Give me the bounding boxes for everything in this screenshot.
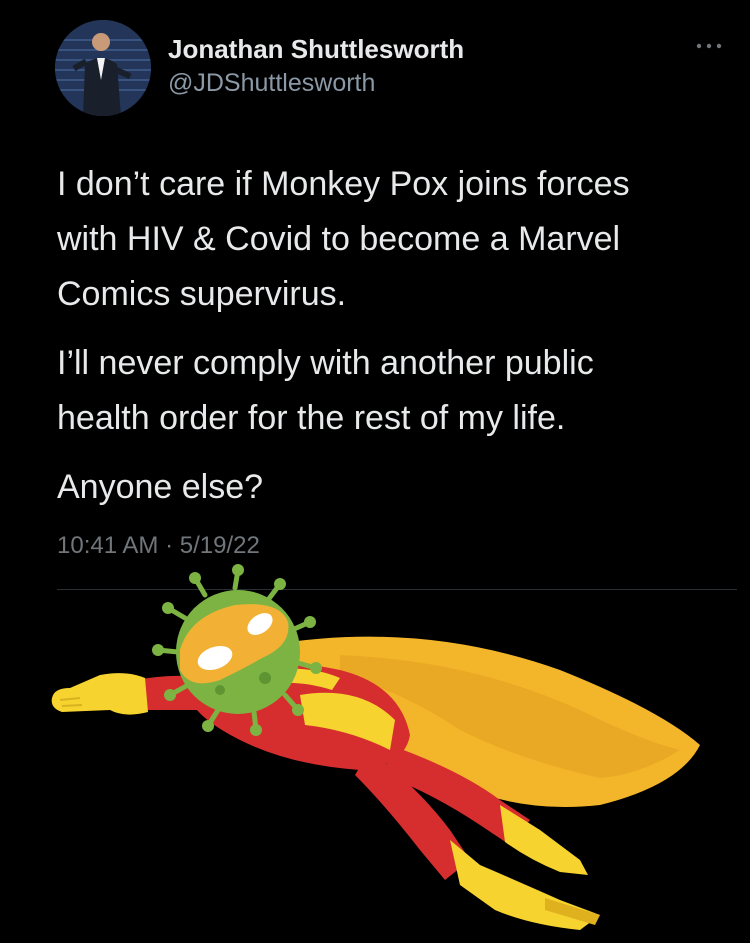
tweet-paragraph: I don’t care if Monkey Pox joins forces … — [57, 165, 630, 313]
author-display-name[interactable]: Jonathan Shuttlesworth — [168, 34, 464, 64]
hero-glove — [51, 673, 148, 715]
profile-photo-icon — [55, 20, 151, 116]
tweet-paragraph: Anyone else? — [57, 468, 264, 506]
more-options-button[interactable] — [693, 38, 725, 54]
virus-head — [152, 564, 322, 736]
tweet-text: I don’t care if Monkey Pox joins forces … — [57, 157, 737, 529]
tweet-timestamp[interactable]: 10:41 AM · 5/19/22 — [57, 532, 260, 560]
tweet-screenshot: Jonathan Shuttlesworth @JDShuttlesworth … — [0, 0, 750, 943]
more-horizontal-icon — [696, 43, 722, 49]
virus-superhero-illustration — [51, 564, 700, 930]
tweet-header: Jonathan Shuttlesworth @JDShuttlesworth — [55, 20, 735, 120]
hero-boot-back — [500, 805, 588, 875]
avatar[interactable] — [55, 20, 151, 116]
author-handle[interactable]: @JDShuttlesworth — [168, 68, 464, 98]
tweet-author: Jonathan Shuttlesworth @JDShuttlesworth — [168, 34, 464, 98]
tweet-paragraph: I’ll never comply with another public he… — [57, 344, 594, 437]
